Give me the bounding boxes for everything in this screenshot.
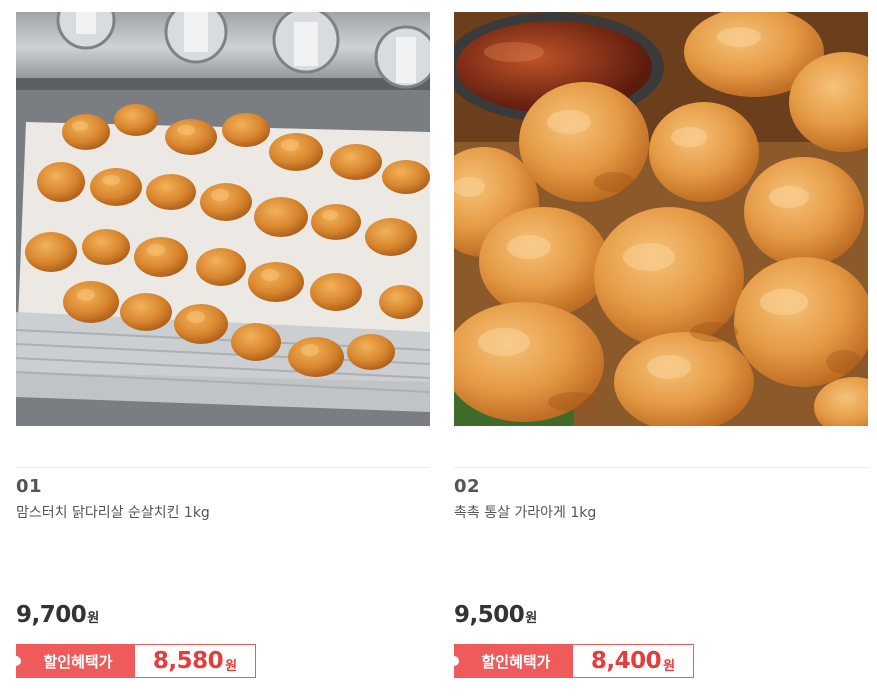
price-unit: 원 [525,611,537,626]
discount-price-box: 할인혜택가 8,400 원 [449,644,694,678]
discount-price: 8,580 원 [134,644,256,678]
price-unit: 원 [87,611,99,626]
discount-price-value: 8,400 [590,648,662,674]
product-card[interactable]: 01 맘스터치 닭다리살 순살치킨 1kg 9,700원 할인혜택가 8,580… [11,12,430,692]
regular-price: 9,500원 [454,602,537,628]
product-image-air-fryer-chicken[interactable] [16,12,430,426]
discount-price-unit: 원 [663,658,676,674]
card-divider [454,467,868,468]
discount-label: 할인혜택가 [481,652,551,671]
regular-price-value: 9,700 [16,602,87,628]
discount-price-value: 8,580 [152,648,224,674]
discount-label: 할인혜택가 [43,652,113,671]
product-card[interactable]: 02 촉촉 통살 가라아게 1kg 9,500원 할인혜택가 8,400 원 [449,12,868,692]
discount-price-box: 할인혜택가 8,580 원 [11,644,256,678]
badge-dot [11,656,21,666]
product-name[interactable]: 맘스터치 닭다리살 순살치킨 1kg [16,502,210,522]
discount-price-unit: 원 [225,658,238,674]
product-number: 01 [16,476,43,497]
discount-price: 8,400 원 [572,644,694,678]
discount-badge: 할인혜택가 [449,644,572,678]
discount-badge: 할인혜택가 [11,644,134,678]
product-name[interactable]: 촉촉 통살 가라아게 1kg [454,502,596,522]
product-image-karaage[interactable] [454,12,868,426]
card-divider [16,467,430,468]
regular-price-value: 9,500 [454,602,525,628]
regular-price: 9,700원 [16,602,99,628]
product-number: 02 [454,476,481,497]
badge-dot [449,656,459,666]
